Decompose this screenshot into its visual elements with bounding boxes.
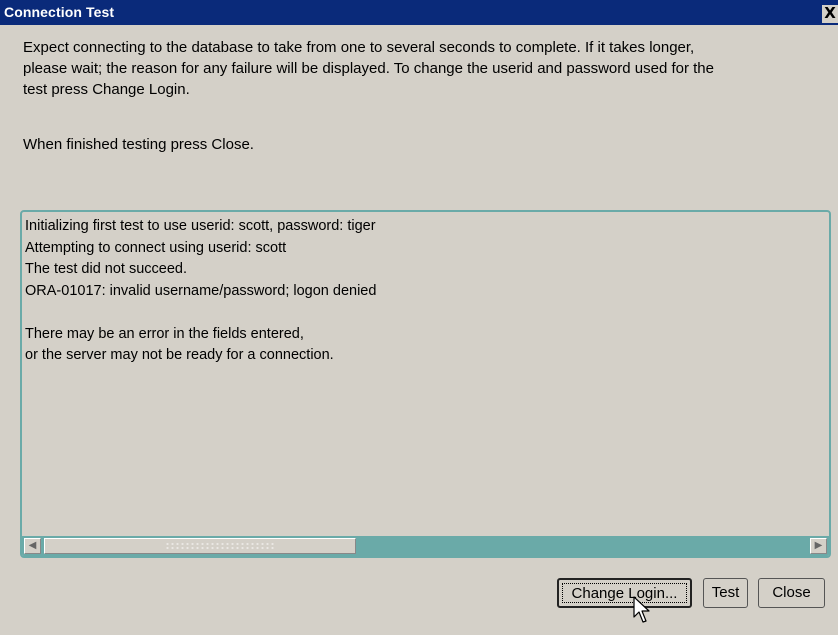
instructions-finish-text: When finished testing press Close. <box>23 136 254 153</box>
title-bar[interactable]: Connection Test X <box>0 0 838 25</box>
scroll-grip-icon <box>165 542 275 550</box>
mouse-pointer-icon <box>633 596 650 623</box>
scroll-thumb[interactable] <box>44 538 356 554</box>
close-button[interactable]: Close <box>758 578 825 608</box>
test-button[interactable]: Test <box>703 578 748 608</box>
window-title: Connection Test <box>4 4 115 20</box>
instructions-text: Expect connecting to the database to tak… <box>23 39 714 98</box>
close-window-button[interactable]: X <box>822 5 838 23</box>
test-output-panel[interactable]: Initializing first test to use userid: s… <box>20 210 831 558</box>
change-login-button[interactable]: Change Login... <box>557 578 692 608</box>
scroll-right-arrow-icon[interactable]: ▶ <box>810 538 827 554</box>
test-output-text: Initializing first test to use userid: s… <box>25 218 377 363</box>
scroll-left-arrow-icon[interactable]: ◀ <box>24 538 41 554</box>
change-login-label: Change Login... <box>562 583 687 603</box>
horizontal-scrollbar[interactable]: ◀ ▶ <box>22 536 829 556</box>
